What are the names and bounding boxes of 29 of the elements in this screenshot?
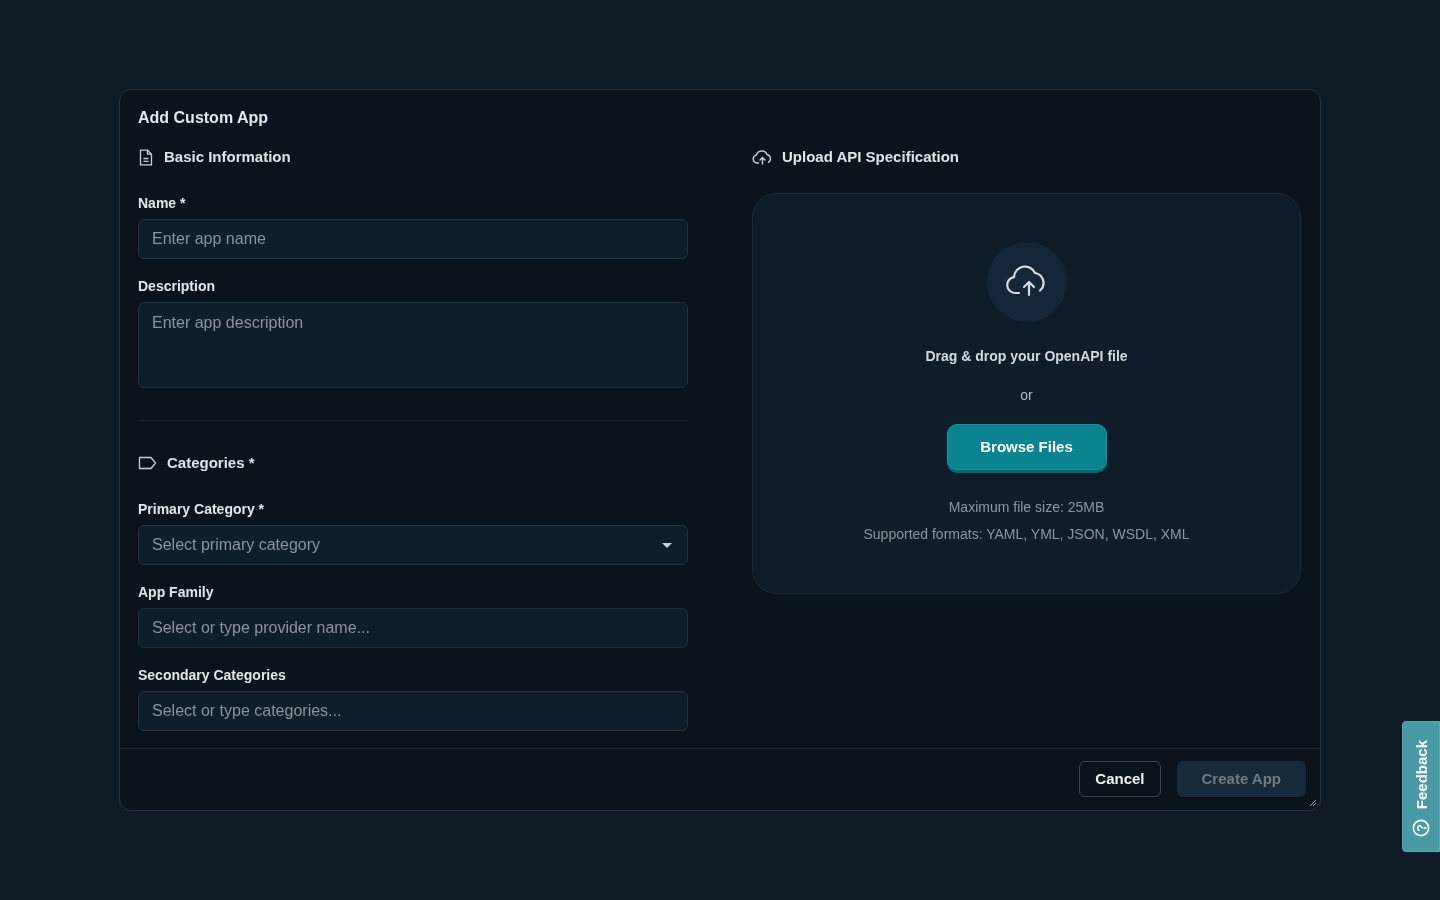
- cloud-upload-icon: [986, 242, 1067, 322]
- select-field[interactable]: Select primary category: [138, 525, 688, 565]
- upload-note: Supported formats: YAML, YML, JSON, WSDL, XML: [863, 525, 1190, 544]
- field-label: Secondary Categories: [138, 666, 286, 685]
- field-label: Primary Category *: [138, 500, 265, 519]
- section-heading: Basic Information: [164, 147, 291, 167]
- help-icon: [1412, 819, 1430, 837]
- caret-down-icon: [662, 542, 672, 548]
- textarea-field[interactable]: Enter app description: [138, 302, 688, 388]
- upload-note: Maximum file size: 25MB: [948, 498, 1105, 517]
- feedback-tab[interactable]: Feedback: [1402, 721, 1440, 852]
- dialog-title: Add Custom App: [138, 108, 269, 128]
- browse-files-button[interactable]: Browse Files: [946, 424, 1107, 470]
- drop-prompt: Drag & drop your OpenAPI file: [925, 347, 1128, 366]
- field-label: App Family: [138, 583, 214, 602]
- drop-zone[interactable]: Drag & drop your OpenAPI file or Browse Files Maximum file size: 25MB Supported formats: YAML, YML, JSON, WSDL, XML: [752, 193, 1301, 594]
- text-input[interactable]: Select or type categories...: [138, 691, 688, 731]
- document-icon: [138, 148, 154, 166]
- text-input[interactable]: Select or type provider name...: [138, 608, 688, 648]
- field-label: Description: [138, 277, 215, 296]
- tag-icon: [138, 456, 157, 470]
- separator-text: or: [1020, 386, 1033, 405]
- section-heading: Categories *: [167, 453, 255, 473]
- resize-handle-icon[interactable]: [1309, 799, 1317, 807]
- footer-button[interactable]: Cancel: [1079, 761, 1161, 797]
- field-label: Name *: [138, 194, 186, 213]
- section-heading: Upload API Specification: [782, 147, 959, 167]
- text-input[interactable]: Enter app name: [138, 219, 688, 259]
- cloud-upload-icon: [752, 149, 772, 165]
